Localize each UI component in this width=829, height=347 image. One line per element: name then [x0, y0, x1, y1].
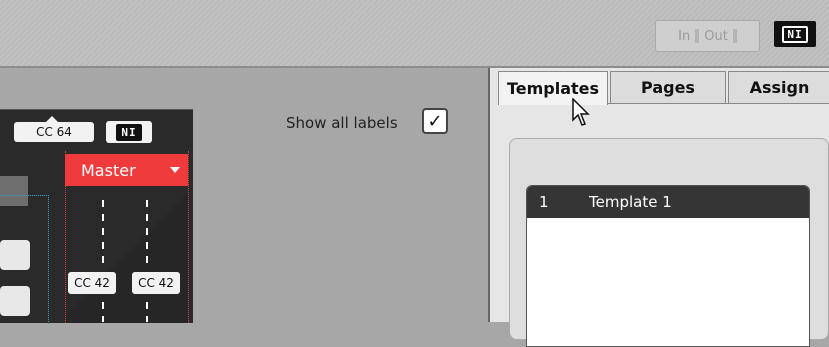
show-all-labels-label: Show all labels	[286, 114, 398, 132]
fader-track-left	[102, 200, 104, 268]
show-all-labels-checkbox[interactable]: ✓	[422, 108, 448, 134]
out-level-icon	[732, 29, 737, 43]
chevron-down-icon	[170, 167, 180, 173]
mouse-cursor-icon	[572, 98, 590, 126]
check-icon: ✓	[427, 110, 443, 132]
cc-64-label[interactable]: CC 64	[14, 122, 94, 142]
ni-logo-icon: NI	[774, 21, 816, 47]
in-label: In	[678, 28, 691, 44]
fader-track-left-lower	[102, 302, 104, 322]
tab-pages[interactable]: Pages	[610, 71, 726, 103]
midi-in-out-indicator: In Out	[655, 20, 760, 52]
ni-panel-logo-icon: NI	[106, 121, 152, 143]
template-name: Template 1	[589, 193, 672, 211]
tab-assign[interactable]: Assign	[728, 71, 829, 103]
pad-button-1[interactable]	[0, 240, 30, 270]
ni-logo-text: NI	[782, 25, 808, 43]
ni-panel-logo-text: NI	[116, 123, 142, 141]
tab-assign-label: Assign	[749, 78, 810, 97]
cc-42-right-label[interactable]: CC 42	[132, 272, 180, 294]
tab-pages-label: Pages	[641, 78, 695, 97]
tab-templates-label: Templates	[506, 79, 600, 98]
template-number: 1	[539, 193, 549, 211]
fader-track-right-lower	[146, 302, 148, 322]
fader-track-right	[146, 200, 148, 268]
pad-button-2[interactable]	[0, 286, 30, 316]
top-toolbar: In Out NI	[0, 0, 829, 68]
template-list: 1 Template 1	[526, 185, 810, 347]
cc-42-left-label[interactable]: CC 42	[68, 272, 116, 294]
template-row-1[interactable]: 1 Template 1	[527, 186, 809, 218]
master-dropdown[interactable]: Master	[65, 154, 188, 186]
main-area: CC 64 NI Master CC 42 CC 42 Show all lab…	[0, 68, 488, 324]
out-label: Out	[704, 28, 728, 44]
master-label: Master	[81, 160, 136, 180]
tabs-divider	[608, 103, 829, 104]
in-level-icon	[695, 29, 700, 43]
controller-panel: CC 64 NI Master CC 42 CC 42	[0, 109, 193, 324]
